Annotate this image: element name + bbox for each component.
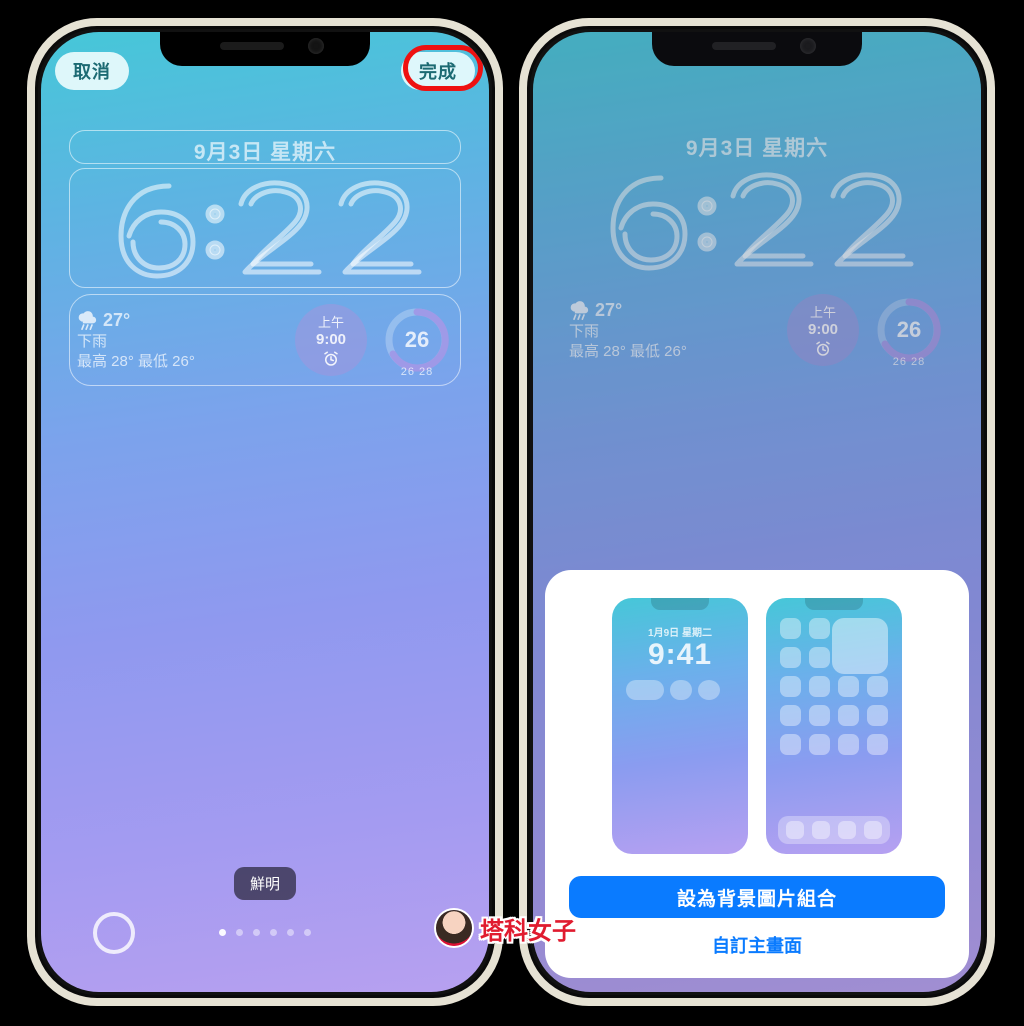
mini-notch bbox=[805, 598, 863, 610]
mini-app-icon bbox=[809, 618, 830, 639]
weather-temp: 27° bbox=[103, 308, 130, 332]
mini-app-icon bbox=[780, 676, 801, 697]
ring-widget[interactable]: 26 26 28 bbox=[381, 304, 453, 376]
weather-widget[interactable]: 27° 下雨 最高 28° 最低 26° bbox=[77, 308, 281, 373]
mini-lock-time: 9:41 bbox=[612, 638, 748, 672]
mini-widget bbox=[626, 680, 664, 700]
set-wallpaper-pair-button[interactable]: 設為背景圖片組合 bbox=[569, 876, 945, 918]
watermark-text: 塔科女子 bbox=[480, 911, 576, 946]
mini-app-icon bbox=[780, 618, 801, 639]
wallpaper-set-sheet: 1月9日 星期二 9:41 bbox=[545, 570, 969, 978]
mini-app-icon bbox=[838, 734, 859, 755]
alarm-ampm: 上午 bbox=[318, 312, 344, 331]
color-filter-swatch[interactable] bbox=[93, 912, 135, 954]
mini-app-icon bbox=[867, 734, 888, 755]
mini-app-icon bbox=[809, 734, 830, 755]
mini-app-icon bbox=[838, 676, 859, 697]
wallpaper-style-chip[interactable]: 鮮明 bbox=[234, 867, 296, 900]
page-dot bbox=[287, 929, 294, 936]
page-dot bbox=[304, 929, 311, 936]
weather-hilo: 最高 28° 最低 26° bbox=[77, 352, 281, 372]
clock-digits-svg bbox=[95, 168, 435, 288]
ring-range-value: 26 28 bbox=[401, 366, 434, 378]
screen-right: 9月3日 星期六 27° bbox=[533, 32, 981, 992]
ring-center-value: 26 bbox=[405, 327, 429, 353]
watermark-avatar-icon bbox=[436, 910, 472, 946]
alarm-icon bbox=[322, 350, 340, 368]
speaker-grille bbox=[220, 42, 284, 50]
mini-app-icon bbox=[780, 705, 801, 726]
lockscreen-date: 9月3日 星期六 bbox=[194, 136, 336, 166]
mini-dock-icon bbox=[838, 821, 856, 839]
preview-lockscreen[interactable]: 1月9日 星期二 9:41 bbox=[612, 598, 748, 854]
mini-app-icon bbox=[838, 705, 859, 726]
mini-home-dock bbox=[778, 816, 890, 844]
mini-home-grid bbox=[780, 618, 888, 755]
page-dot bbox=[253, 929, 260, 936]
annotation-highlight-done bbox=[403, 45, 483, 91]
screen-left: 取消 完成 9月3日 星期六 bbox=[41, 32, 489, 992]
mini-app-icon bbox=[809, 647, 830, 668]
rain-icon bbox=[77, 310, 97, 330]
mini-app-icon bbox=[809, 676, 830, 697]
mini-lock-date: 1月9日 星期二 bbox=[612, 624, 748, 639]
mini-notch bbox=[651, 598, 709, 610]
cancel-button[interactable]: 取消 bbox=[55, 52, 129, 90]
phone-left: 取消 完成 9月3日 星期六 bbox=[27, 18, 503, 1006]
alarm-widget[interactable]: 上午 9:00 bbox=[295, 304, 367, 376]
customize-home-button[interactable]: 自訂主畫面 bbox=[712, 932, 802, 958]
alarm-time: 9:00 bbox=[316, 331, 346, 348]
mini-app-icon bbox=[780, 734, 801, 755]
mini-app-icon bbox=[867, 676, 888, 697]
mini-widget-row bbox=[626, 680, 734, 700]
preview-homescreen[interactable] bbox=[766, 598, 902, 854]
watermark-badge: 塔科女子 bbox=[436, 910, 576, 946]
mini-dock-icon bbox=[812, 821, 830, 839]
lockscreen-clock bbox=[41, 168, 489, 288]
page-dot bbox=[236, 929, 243, 936]
mini-dock-icon bbox=[864, 821, 882, 839]
mini-widget bbox=[698, 680, 720, 700]
mini-app-icon bbox=[780, 647, 801, 668]
mini-widget bbox=[670, 680, 692, 700]
weather-desc: 下雨 bbox=[77, 332, 281, 352]
mini-dock-icon bbox=[786, 821, 804, 839]
mini-app-icon bbox=[809, 705, 830, 726]
stage: 取消 完成 9月3日 星期六 bbox=[0, 0, 1024, 1026]
page-indicator[interactable] bbox=[219, 929, 311, 936]
page-dot bbox=[270, 929, 277, 936]
mini-app-icon bbox=[867, 705, 888, 726]
wallpaper-preview-pair: 1月9日 星期二 9:41 bbox=[612, 598, 902, 854]
lockscreen-widgets: 27° 下雨 最高 28° 最低 26° 上午 9:00 26 26 bbox=[77, 300, 453, 380]
page-dot bbox=[219, 929, 226, 936]
phone-right: 9月3日 星期六 27° bbox=[519, 18, 995, 1006]
